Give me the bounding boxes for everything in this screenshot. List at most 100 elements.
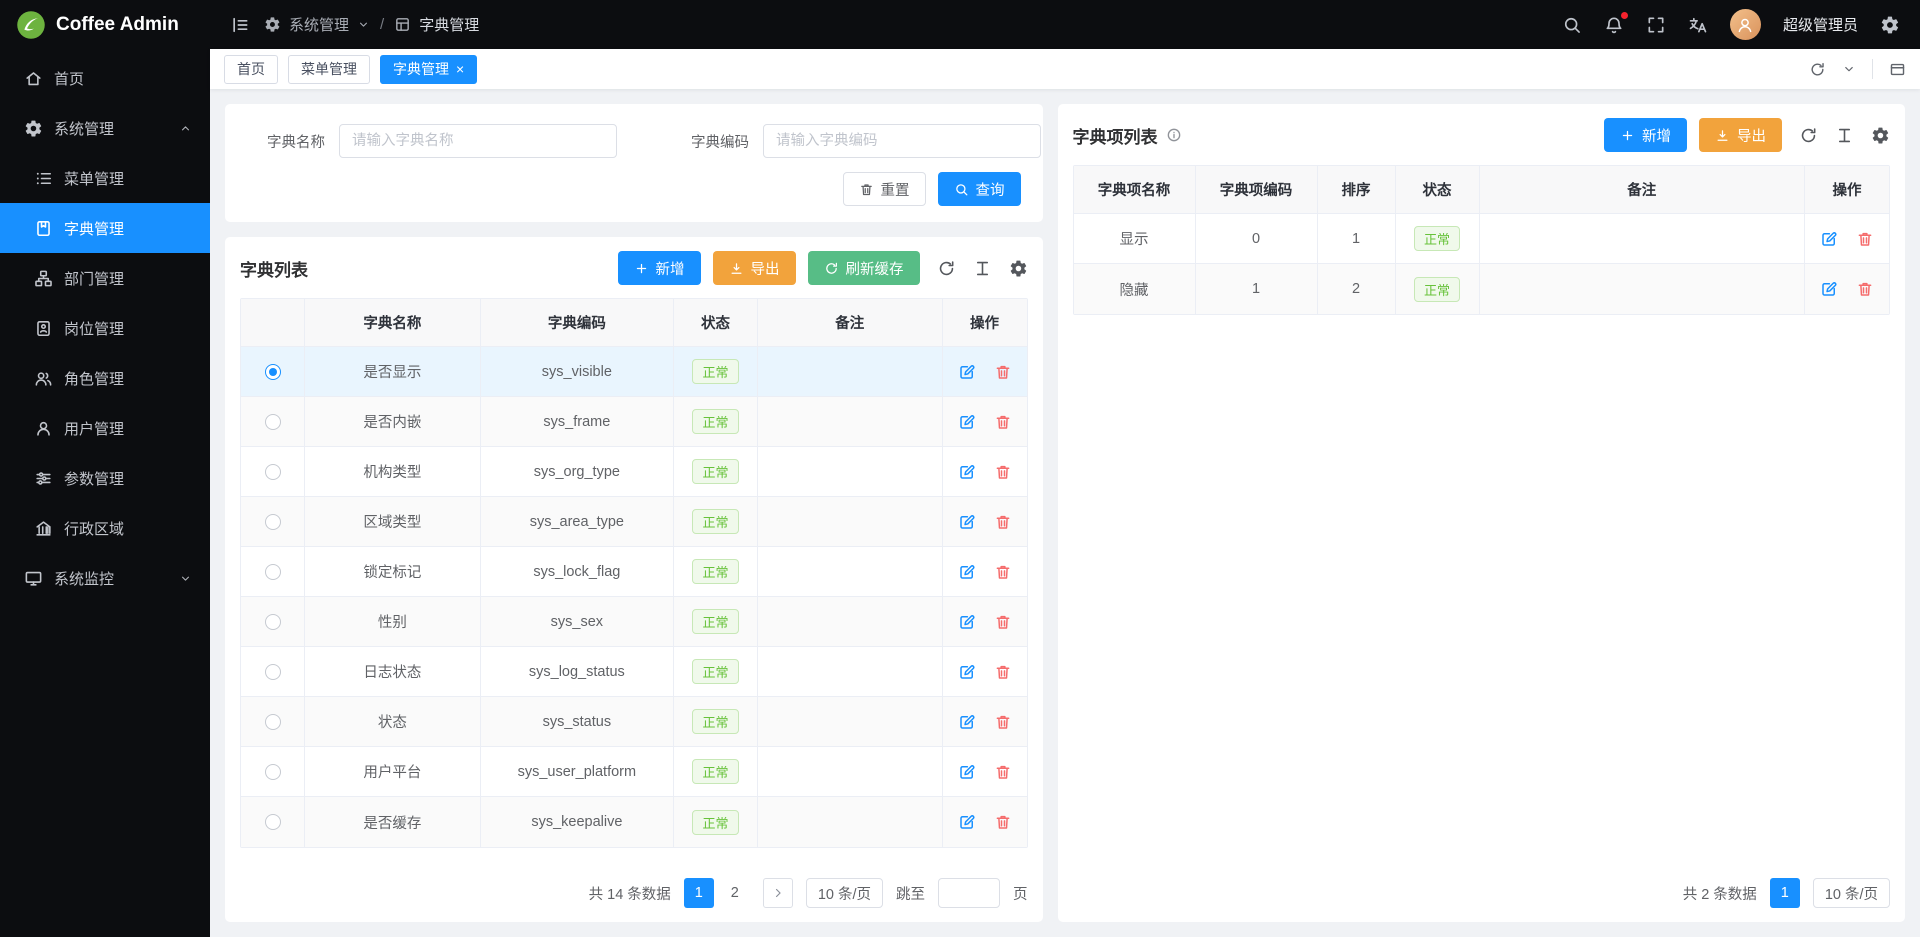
delete-icon[interactable] bbox=[994, 463, 1012, 481]
row-radio[interactable] bbox=[265, 814, 281, 830]
dict-row-sys_area_type[interactable]: 区域类型 sys_area_type 正常 bbox=[241, 497, 1027, 547]
edit-icon[interactable] bbox=[958, 413, 976, 431]
dict-item-row-1[interactable]: 隐藏 1 2 正常 bbox=[1074, 264, 1890, 314]
delete-icon[interactable] bbox=[994, 663, 1012, 681]
row-radio[interactable] bbox=[265, 514, 281, 530]
row-radio[interactable] bbox=[265, 714, 281, 730]
sidebar-item-dict-management[interactable]: 字典管理 bbox=[0, 203, 210, 253]
breadcrumb-parent[interactable]: 系统管理 bbox=[289, 14, 349, 35]
sidebar-item-post-management[interactable]: 岗位管理 bbox=[0, 303, 210, 353]
tab-dict-management[interactable]: 字典管理 × bbox=[380, 55, 477, 84]
edit-icon[interactable] bbox=[958, 563, 976, 581]
current-user-name[interactable]: 超级管理员 bbox=[1783, 14, 1858, 35]
column-settings-icon[interactable] bbox=[1835, 126, 1854, 145]
table-refresh-icon[interactable] bbox=[1799, 126, 1818, 145]
page-size-select[interactable]: 10 条/页 bbox=[806, 878, 883, 908]
col-item-code: 字典项编码 bbox=[1196, 166, 1318, 214]
dict-row-sys_user_platform[interactable]: 用户平台 sys_user_platform 正常 bbox=[241, 747, 1027, 797]
page-button-1[interactable]: 1 bbox=[684, 878, 714, 908]
notifications-button[interactable] bbox=[1604, 15, 1624, 35]
edit-icon[interactable] bbox=[958, 813, 976, 831]
row-radio[interactable] bbox=[265, 364, 281, 380]
delete-icon[interactable] bbox=[1856, 230, 1874, 248]
tab-options-chevron-icon[interactable] bbox=[1842, 62, 1856, 76]
content-fullscreen-icon[interactable] bbox=[1889, 61, 1906, 78]
dict-row-sys_lock_flag[interactable]: 锁定标记 sys_lock_flag 正常 bbox=[241, 547, 1027, 597]
sidebar-item-role-management[interactable]: 角色管理 bbox=[0, 353, 210, 403]
delete-icon[interactable] bbox=[994, 413, 1012, 431]
row-radio[interactable] bbox=[265, 664, 281, 680]
edit-icon[interactable] bbox=[958, 613, 976, 631]
row-radio[interactable] bbox=[265, 764, 281, 780]
edit-icon[interactable] bbox=[958, 763, 976, 781]
row-radio[interactable] bbox=[265, 464, 281, 480]
reset-button[interactable]: 重置 bbox=[843, 172, 926, 206]
sidebar-item-param-management[interactable]: 参数管理 bbox=[0, 453, 210, 503]
edit-icon[interactable] bbox=[1820, 230, 1838, 248]
table-settings-icon[interactable] bbox=[1871, 126, 1890, 145]
dict-items-pagination: 共 2 条数据 1 10 条/页 bbox=[1073, 864, 1891, 908]
sidebar-item-home[interactable]: 首页 bbox=[0, 53, 210, 103]
edit-icon[interactable] bbox=[1820, 280, 1838, 298]
settings-gear-icon[interactable] bbox=[1880, 15, 1900, 35]
sidebar-item-system-management[interactable]: 系统管理 bbox=[0, 103, 210, 153]
page-button-1[interactable]: 1 bbox=[1770, 878, 1800, 908]
delete-icon[interactable] bbox=[994, 763, 1012, 781]
avatar[interactable] bbox=[1730, 9, 1761, 40]
dict-row-sys_org_type[interactable]: 机构类型 sys_org_type 正常 bbox=[241, 447, 1027, 497]
delete-icon[interactable] bbox=[1856, 280, 1874, 298]
row-radio[interactable] bbox=[265, 414, 281, 430]
add-dict-button[interactable]: 新增 bbox=[618, 251, 701, 285]
sidebar-item-admin-region[interactable]: 行政区域 bbox=[0, 503, 210, 553]
dict-row-sys_status[interactable]: 状态 sys_status 正常 bbox=[241, 697, 1027, 747]
refresh-cache-button[interactable]: 刷新缓存 bbox=[808, 251, 920, 285]
delete-icon[interactable] bbox=[994, 613, 1012, 631]
sidebar-item-dept-management[interactable]: 部门管理 bbox=[0, 253, 210, 303]
delete-icon[interactable] bbox=[994, 513, 1012, 531]
edit-icon[interactable] bbox=[958, 463, 976, 481]
column-settings-icon[interactable] bbox=[973, 259, 992, 278]
page-size-select[interactable]: 10 条/页 bbox=[1813, 878, 1890, 908]
sidebar-item-label: 参数管理 bbox=[64, 468, 192, 489]
dict-row-sys_sex[interactable]: 性别 sys_sex 正常 bbox=[241, 597, 1027, 647]
export-dict-button[interactable]: 导出 bbox=[713, 251, 796, 285]
edit-icon[interactable] bbox=[958, 713, 976, 731]
table-settings-icon[interactable] bbox=[1009, 259, 1028, 278]
edit-icon[interactable] bbox=[958, 513, 976, 531]
dict-row-sys_log_status[interactable]: 日志状态 sys_log_status 正常 bbox=[241, 647, 1027, 697]
tab-menu-management[interactable]: 菜单管理 bbox=[288, 55, 370, 84]
page-button-2[interactable]: 2 bbox=[720, 878, 750, 908]
export-dict-item-button[interactable]: 导出 bbox=[1699, 118, 1782, 152]
dict-row-sys_keepalive[interactable]: 是否缓存 sys_keepalive 正常 bbox=[241, 797, 1027, 847]
search-icon[interactable] bbox=[1562, 15, 1582, 35]
fullscreen-icon[interactable] bbox=[1646, 15, 1666, 35]
sidebar-item-user-management[interactable]: 用户管理 bbox=[0, 403, 210, 453]
sidebar-item-menu-management[interactable]: 菜单管理 bbox=[0, 153, 210, 203]
edit-icon[interactable] bbox=[958, 363, 976, 381]
tab-close-icon[interactable]: × bbox=[456, 62, 464, 76]
dict-row-sys_visible[interactable]: 是否显示 sys_visible 正常 bbox=[241, 347, 1027, 397]
jump-page-input[interactable] bbox=[938, 878, 1000, 908]
collapse-sidebar-icon[interactable] bbox=[230, 15, 250, 35]
delete-icon[interactable] bbox=[994, 813, 1012, 831]
delete-icon[interactable] bbox=[994, 363, 1012, 381]
next-page-button[interactable] bbox=[763, 878, 793, 908]
refresh-page-icon[interactable] bbox=[1809, 61, 1826, 78]
delete-icon[interactable] bbox=[994, 713, 1012, 731]
dict-item-row-0[interactable]: 显示 0 1 正常 bbox=[1074, 214, 1890, 264]
sidebar-item-system-monitor[interactable]: 系统监控 bbox=[0, 553, 210, 603]
delete-icon[interactable] bbox=[994, 563, 1012, 581]
add-dict-item-button[interactable]: 新增 bbox=[1604, 118, 1687, 152]
translate-icon[interactable] bbox=[1688, 15, 1708, 35]
dict-row-sys_frame[interactable]: 是否内嵌 sys_frame 正常 bbox=[241, 397, 1027, 447]
row-radio[interactable] bbox=[265, 614, 281, 630]
query-button[interactable]: 查询 bbox=[938, 172, 1021, 206]
info-icon[interactable] bbox=[1166, 127, 1182, 143]
table-refresh-icon[interactable] bbox=[937, 259, 956, 278]
tab-home[interactable]: 首页 bbox=[224, 55, 278, 84]
dict-name-input[interactable] bbox=[339, 124, 617, 158]
dict-code-input[interactable] bbox=[763, 124, 1041, 158]
edit-icon[interactable] bbox=[958, 663, 976, 681]
chevron-down-icon[interactable] bbox=[357, 18, 370, 31]
row-radio[interactable] bbox=[265, 564, 281, 580]
